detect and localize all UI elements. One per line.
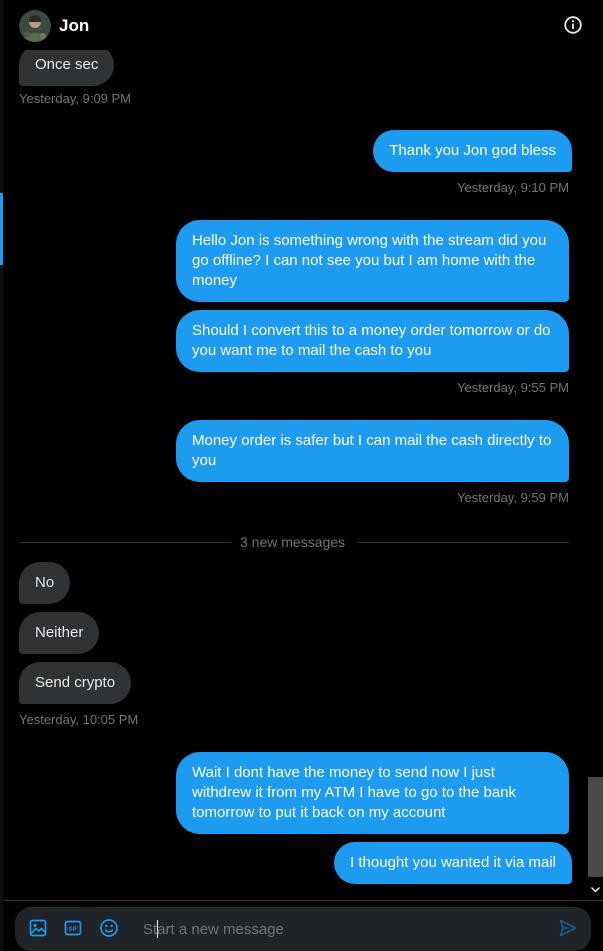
avatar[interactable] [19, 10, 51, 42]
composer-bar: GIF [3, 900, 603, 951]
conversation-header: Jon [3, 0, 603, 50]
message-text: Thank you Jon god bless [389, 142, 556, 159]
message-bubble-incoming[interactable]: No [19, 562, 71, 604]
message-bubble-incoming[interactable]: Neither [19, 612, 100, 654]
new-messages-divider-right [357, 542, 569, 543]
message-timestamp: Yesterday, 10:05 PM [19, 712, 139, 727]
message-text: Money order is safer but I can mail the … [192, 432, 552, 469]
message-bubble-outgoing[interactable]: Thank you Jon god bless [373, 130, 572, 172]
scrollbar[interactable] [588, 50, 603, 900]
message-timestamp: Yesterday, 9:10 PM [456, 180, 569, 195]
new-messages-divider-left [19, 542, 231, 543]
message-composer: GIF [15, 907, 591, 951]
message-bubble-outgoing[interactable]: Money order is safer but I can mail the … [176, 420, 569, 482]
gif-icon[interactable]: GIF [63, 918, 83, 938]
message-bubble-outgoing[interactable]: Hello Jon is something wrong with the st… [176, 220, 569, 302]
message-text: Wait I dont have the money to send now I… [192, 764, 517, 821]
scroll-down-arrow-icon[interactable] [588, 882, 603, 897]
message-timestamp: Yesterday, 9:59 PM [456, 490, 569, 505]
message-text: I thought you wanted it via mail [350, 854, 556, 871]
message-text: Neither [35, 624, 84, 641]
message-bubble-outgoing[interactable]: Wait I dont have the money to send now I… [176, 752, 569, 834]
message-list[interactable]: Once sec Yesterday, 9:09 PM Thank you Jo… [3, 50, 603, 900]
dm-conversation-window: Jon Once sec Yesterday, 9:09 PM Thank yo… [0, 0, 603, 951]
new-messages-divider-label: 3 new messages [240, 534, 346, 550]
message-text: No [35, 574, 55, 591]
info-icon[interactable] [564, 16, 582, 34]
message-text: Once sec [35, 56, 99, 73]
message-bubble-incoming[interactable]: Send crypto [19, 662, 132, 704]
message-bubble-incoming[interactable]: Once sec [19, 50, 115, 86]
message-timestamp: Yesterday, 9:55 PM [456, 380, 569, 395]
message-bubble-outgoing[interactable]: I thought you wanted it via mail [334, 842, 572, 884]
message-text: Send crypto [35, 674, 116, 691]
emoji-icon[interactable] [99, 918, 119, 938]
message-text: Hello Jon is something wrong with the st… [192, 232, 547, 289]
scrollbar-thumb[interactable] [588, 777, 603, 877]
image-icon[interactable] [28, 918, 48, 938]
message-bubble-outgoing[interactable]: Should I convert this to a money order t… [176, 310, 569, 372]
conversation-name[interactable]: Jon [59, 16, 89, 36]
send-icon[interactable] [558, 918, 578, 938]
message-input[interactable] [143, 917, 543, 941]
svg-text:GIF: GIF [68, 927, 78, 933]
message-timestamp: Yesterday, 9:09 PM [19, 91, 132, 106]
message-text: Should I convert this to a money order t… [192, 322, 551, 359]
